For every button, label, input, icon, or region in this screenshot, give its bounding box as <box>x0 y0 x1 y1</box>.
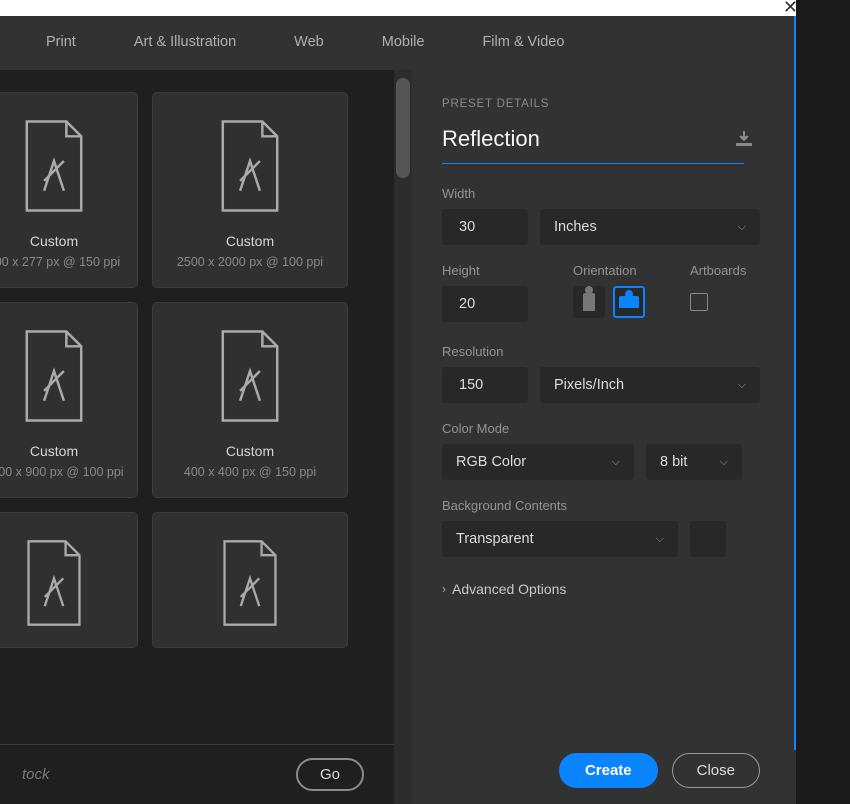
background-select[interactable]: Transparent ⌵ <box>442 521 678 557</box>
background-color-swatch[interactable] <box>690 521 726 557</box>
height-input[interactable] <box>442 286 528 322</box>
preset-name: Custom <box>30 443 78 459</box>
document-icon <box>16 329 92 423</box>
width-unit-select[interactable]: Inches ⌵ <box>540 209 760 245</box>
panel-title: PRESET DETAILS <box>442 98 760 110</box>
preset-gallery: Custom 400 x 277 px @ 150 ppi Custom 250… <box>0 70 412 804</box>
resolution-label: Resolution <box>442 344 760 359</box>
bit-depth-select[interactable]: 8 bit ⌵ <box>646 444 742 480</box>
landscape-icon <box>619 296 639 308</box>
tab-film-video[interactable]: Film & Video <box>482 34 564 50</box>
advanced-options-toggle[interactable]: › Advanced Options <box>442 581 760 597</box>
chevron-right-icon: › <box>442 582 446 596</box>
chevron-down-icon: ⌵ <box>738 379 746 392</box>
resolution-unit-value: Pixels/Inch <box>554 377 624 393</box>
chevron-down-icon: ⌵ <box>656 533 664 546</box>
preset-name: Custom <box>226 443 274 459</box>
chevron-down-icon: ⌵ <box>720 456 728 469</box>
preset-card[interactable]: Custom 2500 x 2000 px @ 100 ppi <box>152 92 348 288</box>
preset-card[interactable] <box>0 512 138 648</box>
preset-dimensions: 400 x 277 px @ 150 ppi <box>0 255 120 269</box>
scrollbar-thumb[interactable] <box>396 78 410 178</box>
width-unit-value: Inches <box>554 219 597 235</box>
download-preset-icon[interactable] <box>734 131 754 152</box>
preset-name: Custom <box>30 233 78 249</box>
background-label: Background Contents <box>442 498 760 513</box>
resolution-unit-select[interactable]: Pixels/Inch ⌵ <box>540 367 760 403</box>
orientation-label: Orientation <box>573 263 645 278</box>
chevron-down-icon: ⌵ <box>738 221 746 234</box>
advanced-options-label: Advanced Options <box>452 581 566 597</box>
document-icon <box>212 539 288 627</box>
background-value: Transparent <box>456 531 534 547</box>
orientation-landscape-button[interactable] <box>613 286 645 318</box>
stock-search-input[interactable]: tock <box>22 766 50 783</box>
color-mode-value: RGB Color <box>456 454 526 470</box>
artboards-checkbox[interactable] <box>690 293 708 311</box>
tab-web[interactable]: Web <box>294 34 324 50</box>
backdrop <box>796 0 850 750</box>
name-underline <box>442 163 744 164</box>
chevron-down-icon: ⌵ <box>612 456 620 469</box>
tab-art-illustration[interactable]: Art & Illustration <box>134 34 236 50</box>
document-icon <box>16 119 92 213</box>
width-input[interactable] <box>442 209 528 245</box>
window-title-bar: ✕ <box>0 0 850 16</box>
tab-print[interactable]: Print <box>46 34 76 50</box>
document-icon <box>212 119 288 213</box>
orientation-portrait-button[interactable] <box>573 286 605 318</box>
preset-dimensions: 400 x 400 px @ 150 ppi <box>184 465 316 479</box>
artboards-label: Artboards <box>690 263 746 278</box>
preset-name: Custom <box>226 233 274 249</box>
preset-card[interactable] <box>152 512 348 648</box>
portrait-icon <box>583 293 595 311</box>
document-name-input[interactable] <box>442 124 722 159</box>
height-label: Height <box>442 263 528 278</box>
preset-dimensions: 2500 x 2000 px @ 100 ppi <box>177 255 323 269</box>
preset-details-panel: PRESET DETAILS Width Inches ⌵ <box>412 70 796 804</box>
document-icon <box>16 539 92 627</box>
color-mode-label: Color Mode <box>442 421 760 436</box>
width-label: Width <box>442 186 760 201</box>
preset-dimensions: 1200 x 900 px @ 100 ppi <box>0 465 124 479</box>
document-icon <box>212 329 288 423</box>
preset-card[interactable]: Custom 400 x 277 px @ 150 ppi <box>0 92 138 288</box>
bit-depth-value: 8 bit <box>660 454 687 470</box>
category-tabs: Print Art & Illustration Web Mobile Film… <box>0 16 796 70</box>
create-button[interactable]: Create <box>559 753 658 788</box>
stock-search-bar: tock Go <box>0 744 394 804</box>
color-mode-select[interactable]: RGB Color ⌵ <box>442 444 634 480</box>
preset-card[interactable]: Custom 1200 x 900 px @ 100 ppi <box>0 302 138 498</box>
preset-card[interactable]: Custom 400 x 400 px @ 150 ppi <box>152 302 348 498</box>
resolution-input[interactable] <box>442 367 528 403</box>
tab-mobile[interactable]: Mobile <box>382 34 425 50</box>
scrollbar-track <box>394 70 412 804</box>
go-button[interactable]: Go <box>296 758 364 791</box>
close-button[interactable]: Close <box>672 753 760 788</box>
